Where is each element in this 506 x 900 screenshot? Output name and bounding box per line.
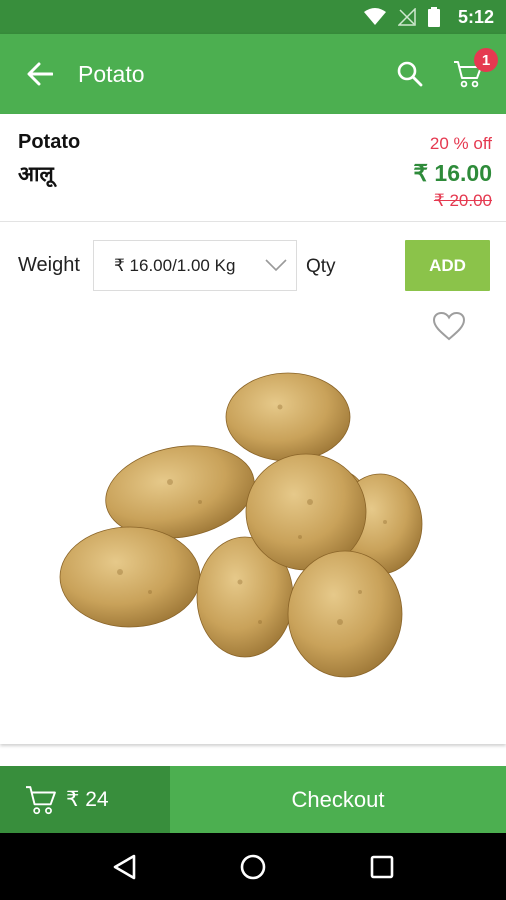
back-button[interactable] <box>10 44 70 104</box>
discount-label: 20 % off <box>429 134 492 153</box>
circle-home-icon <box>240 854 266 879</box>
search-button[interactable] <box>386 50 434 98</box>
navigation-bar <box>0 833 506 900</box>
status-bar: 5:12 <box>0 0 506 34</box>
product-name: Potato <box>18 131 81 153</box>
cart-total: ₹ 24 <box>66 788 109 811</box>
nav-recents-button[interactable] <box>357 842 407 892</box>
nav-back-button[interactable] <box>99 842 149 892</box>
product-mrp: ₹ 20.00 <box>433 191 492 210</box>
product-header: Potato आलू 20 % off ₹ 16.00 ₹ 20.00 <box>0 114 506 222</box>
checkout-button[interactable]: Checkout <box>170 766 506 833</box>
add-button[interactable]: ADD <box>405 240 490 291</box>
product-card: Potato आलू 20 % off ₹ 16.00 ₹ 20.00 Weig… <box>0 114 506 744</box>
heart-icon[interactable] <box>432 311 466 341</box>
no-signal-icon <box>397 8 416 26</box>
battery-icon <box>427 7 440 27</box>
cart-button[interactable]: 1 <box>444 48 498 98</box>
product-price: ₹ 16.00 <box>413 160 492 186</box>
search-icon <box>397 61 423 87</box>
qty-label: Qty <box>306 256 336 277</box>
wifi-icon <box>363 8 386 25</box>
weight-label: Weight <box>18 254 80 276</box>
cart-count-badge: 1 <box>474 48 498 72</box>
bottom-bar: ₹ 24 Checkout <box>0 766 506 833</box>
square-recents-icon <box>370 855 393 878</box>
triangle-back-icon <box>114 854 136 879</box>
product-image <box>59 372 423 678</box>
page-title: Potato <box>78 60 145 87</box>
weight-selected-value: ₹ 16.00/1.00 Kg <box>114 255 236 275</box>
weight-dropdown[interactable]: ₹ 16.00/1.00 Kg <box>93 240 297 291</box>
nav-home-button[interactable] <box>228 842 278 892</box>
shopping-cart-icon <box>26 785 56 814</box>
chevron-down-icon <box>265 259 287 272</box>
status-time: 5:12 <box>457 6 494 27</box>
status-icons: 5:12 <box>363 6 494 28</box>
arrow-back-icon <box>27 62 53 86</box>
app-bar: Potato 1 <box>0 34 506 114</box>
cart-summary[interactable]: ₹ 24 <box>0 766 170 833</box>
product-name-hindi: आलू <box>18 163 54 186</box>
